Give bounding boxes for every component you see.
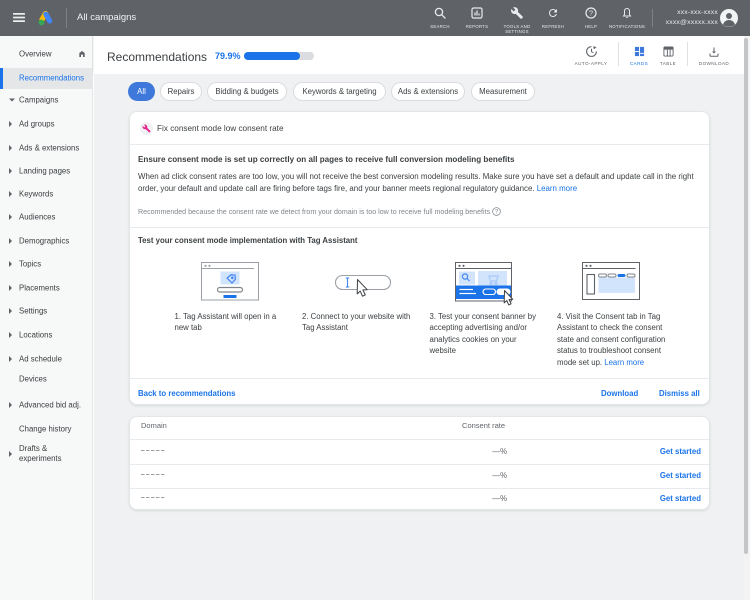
svg-text:?: ? (589, 9, 593, 18)
